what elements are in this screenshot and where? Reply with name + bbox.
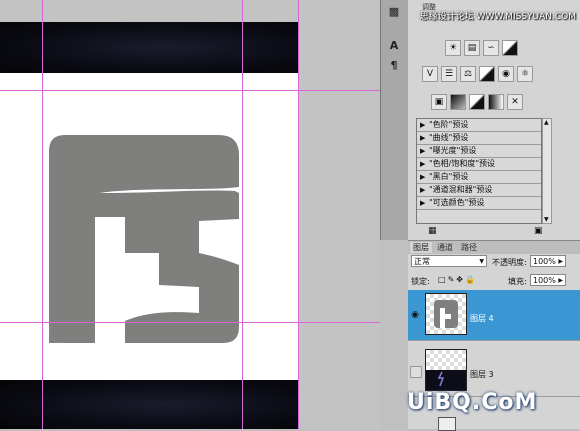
dark-band-bottom [0,380,298,429]
guide-vertical[interactable] [42,0,43,429]
opacity-field[interactable]: 100% ▶ [530,255,566,267]
curves-icon[interactable]: ∽ [483,40,499,56]
adjustments-footer: ▦ ▣ [408,226,580,238]
watermark-bottom: UiBQ.CoM [407,390,538,415]
preset-item[interactable]: ▶ "色相/饱和度"预设 [417,158,541,171]
adjust-row-3: ▣ ✕ [431,94,523,110]
fill-value: 100% [533,276,556,285]
document-canvas[interactable] [0,0,380,429]
channel-mixer-icon[interactable]: ⚛ [517,66,533,82]
lock-transparency-icon[interactable]: □ [438,275,448,284]
lightning-thumbnail-icon [426,370,466,390]
preset-item[interactable]: ▶ "黑白"预设 [417,171,541,184]
black-white-icon[interactable] [479,66,495,82]
brightness-icon[interactable]: ☀ [445,40,461,56]
watermark-top: 思缘设计论坛 WWW.MISSYUAN.COM [419,12,576,22]
adjust-row-2: V ☰ ⚖ ◉ ⚛ [422,66,533,82]
selective-color-icon[interactable]: ✕ [507,94,523,110]
color-balance-icon[interactable]: ⚖ [460,66,476,82]
hue-saturation-icon[interactable]: ☰ [441,66,457,82]
tab-channels[interactable]: 通道 [434,242,456,253]
photo-filter-icon[interactable]: ◉ [498,66,514,82]
preset-item[interactable]: ▶ "曲线"预设 [417,132,541,145]
guide-horizontal[interactable] [0,322,380,323]
expand-triangle-icon: ▶ [420,121,426,129]
expand-triangle-icon: ▶ [420,199,426,207]
dark-band-top [0,22,298,73]
lock-position-icon[interactable]: ✥ [456,275,465,284]
document-image[interactable] [0,22,298,429]
fill-field[interactable]: 100% ▶ [530,274,566,286]
lock-all-icon[interactable]: 🔒 [465,275,477,284]
preset-item[interactable]: ▶ "曝光度"预设 [417,145,541,158]
lock-label: 锁定: [411,277,430,286]
layer-thumbnail [425,349,467,391]
scroll-down-icon[interactable]: ▼ [544,216,549,223]
tab-layers[interactable]: 图层 [410,242,432,253]
preset-label: "黑白"预设 [429,172,469,181]
opacity-label: 不透明度: [492,258,527,267]
layer-thumbnail [425,293,467,335]
preset-label: "曲线"预设 [429,133,469,142]
adjustment-presets-list: ▶ "色阶"预设 ▶ "曲线"预设 ▶ "曝光度"预设 ▶ "色相/饱和度"预设 ▶ "黑… [416,118,542,224]
blend-mode-select[interactable]: 正常 ▼ [411,255,487,267]
blend-mode-value: 正常 [414,257,430,266]
eye-icon[interactable]: ◉ [410,310,420,320]
guide-vertical[interactable] [298,0,299,429]
scroll-up-icon[interactable]: ▲ [544,119,549,126]
presets-scrollbar[interactable]: ▲ ▼ [542,118,552,224]
exposure-icon[interactable] [502,40,518,56]
chevron-right-icon: ▶ [558,258,563,265]
preset-label: "曝光度"预设 [429,146,477,155]
preset-item[interactable]: ▶ "色阶"预设 [417,119,541,132]
fb-logo-thumbnail-icon [434,300,458,328]
layer-row[interactable]: ◉ 图层 4 [408,290,580,341]
expand-triangle-icon: ▶ [420,186,426,194]
ps-icon[interactable]: ▩ [386,4,402,20]
panel-dock-strip: ▩ A ¶ [380,0,409,240]
guide-vertical[interactable] [242,0,243,429]
preset-item[interactable]: ▶ "通道混和器"预设 [417,184,541,197]
fill-label: 填充: [508,277,527,286]
clip-icon[interactable]: ▦ [428,226,437,236]
chevron-down-icon: ▼ [479,258,484,265]
adjust-row-1: ☀ ▤ ∽ [445,40,518,56]
gradient-map-icon[interactable] [488,94,504,110]
type-icon[interactable]: A [386,38,402,54]
vibrance-icon[interactable]: V [422,66,438,82]
preset-label: "通道混和器"预设 [429,185,493,194]
new-layer-icon[interactable]: ▣ [534,226,543,236]
layers-tabbar: 图层 通道 路径 [408,240,580,254]
invert-icon[interactable]: ▣ [431,94,447,110]
lock-pixels-icon[interactable]: ✎ [448,275,457,284]
visibility-toggle[interactable] [410,366,422,378]
chevron-right-icon: ▶ [558,277,563,284]
layer-name[interactable]: 图层 4 [470,313,494,324]
adjustments-panel: 调整 ☀ ▤ ∽ V ☰ ⚖ ◉ ⚛ ▣ ✕ ▶ "色阶"预设 ▶ "曲线"预设 ▶… [408,0,580,431]
levels-icon[interactable]: ▤ [464,40,480,56]
opacity-value: 100% [533,257,556,266]
expand-triangle-icon: ▶ [420,173,426,181]
guide-horizontal[interactable] [0,90,380,91]
layer-name[interactable]: 图层 3 [470,369,494,380]
preset-label: "色阶"预设 [429,120,469,129]
fb-logo-shape [49,135,239,343]
expand-triangle-icon: ▶ [420,160,426,168]
tab-paths[interactable]: 路径 [458,242,480,253]
preset-label: "可选颜色"预设 [429,198,485,207]
expand-triangle-icon: ▶ [420,134,426,142]
lock-icons-group: □✎✥🔒 [438,275,477,284]
preset-item[interactable]: ▶ "可选颜色"预设 [417,197,541,210]
posterize-icon[interactable] [450,94,466,110]
preset-label: "色相/饱和度"预设 [429,159,496,168]
paragraph-icon[interactable]: ¶ [386,58,402,74]
threshold-icon[interactable] [469,94,485,110]
expand-triangle-icon: ▶ [420,147,426,155]
